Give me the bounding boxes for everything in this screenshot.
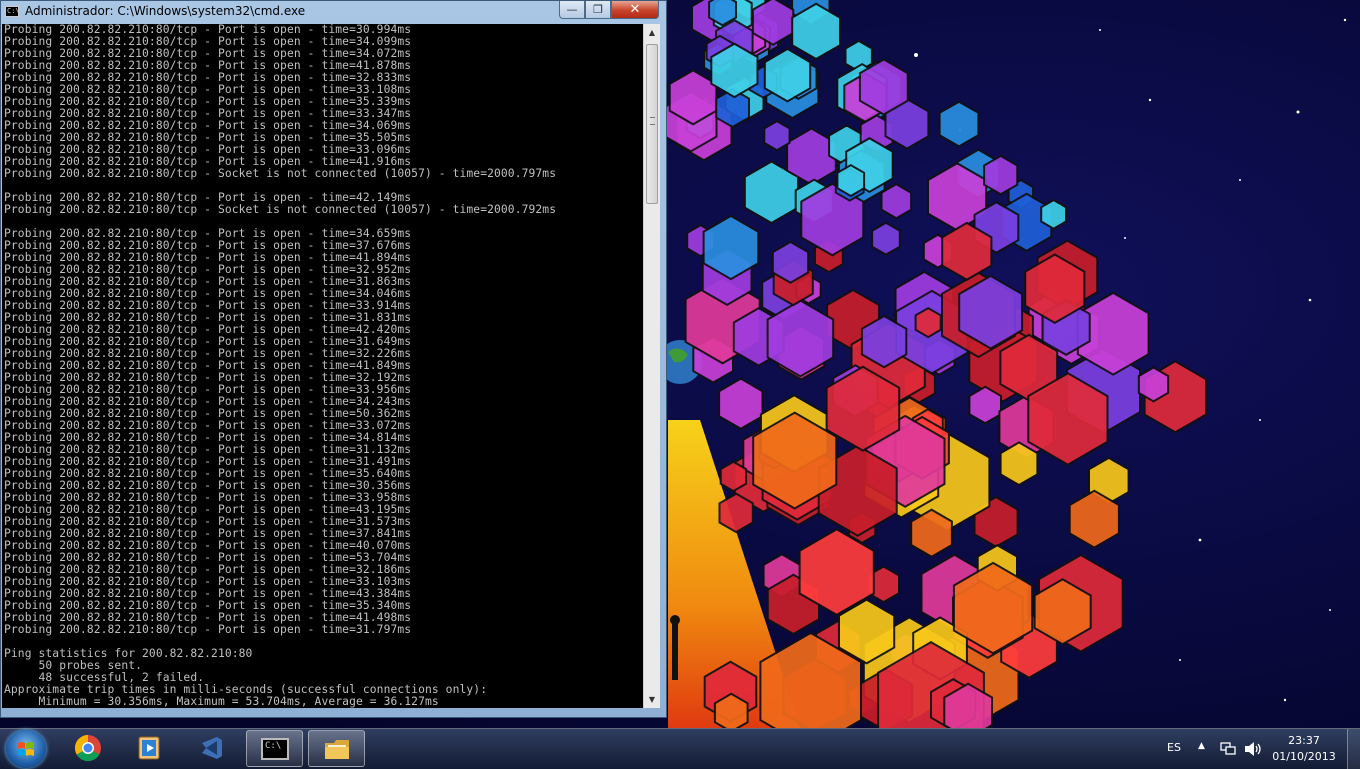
clock-time: 23:37 xyxy=(1288,734,1320,747)
command-prompt-icon: C:\ xyxy=(261,738,289,760)
scroll-thumb[interactable] xyxy=(646,44,658,204)
cmd-app-icon[interactable]: C:\ xyxy=(5,6,19,17)
taskbar-media-player-button[interactable] xyxy=(121,730,178,767)
thumb-grip xyxy=(650,117,655,125)
console-line: Probing 200.82.82.210:80/tcp - Socket is… xyxy=(4,203,557,216)
window-title: Administrador: C:\Windows\system32\cmd.e… xyxy=(25,4,306,18)
windows-logo-icon xyxy=(18,742,34,756)
console-line: Probing 200.82.82.210:80/tcp - Port is o… xyxy=(4,623,412,636)
title-bar[interactable]: C:\ Administrador: C:\Windows\system32\c… xyxy=(1,1,666,23)
network-icon[interactable] xyxy=(1220,742,1236,756)
console-line: Probing 200.82.82.210:80/tcp - Socket is… xyxy=(4,167,557,180)
close-button[interactable]: ✕ xyxy=(611,1,659,19)
console-output[interactable]: Probing 200.82.82.210:80/tcp - Port is o… xyxy=(2,24,643,708)
taskbar: C:\ ES ▲ 23:37 01/10/2013 xyxy=(0,728,1360,769)
maximize-button[interactable]: ❐ xyxy=(585,1,611,19)
console-text: Probing 200.82.82.210:80/tcp - Port is o… xyxy=(2,24,643,708)
media-player-icon xyxy=(138,736,160,760)
language-indicator[interactable]: ES xyxy=(1160,741,1188,754)
taskbar-windows-explorer-button[interactable] xyxy=(308,730,365,767)
start-button[interactable] xyxy=(6,730,46,768)
taskbar-visual-studio-button[interactable] xyxy=(184,730,241,767)
volume-icon[interactable] xyxy=(1244,741,1262,757)
console-line: Minimum = 30.356ms, Maximum = 53.704ms, … xyxy=(4,695,439,708)
scroll-up-arrow-icon[interactable]: ▲ xyxy=(644,24,660,41)
minimize-button[interactable]: — xyxy=(559,1,585,19)
show-desktop-button[interactable] xyxy=(1347,729,1360,769)
show-hidden-icons-arrow-icon[interactable]: ▲ xyxy=(1198,741,1205,751)
vertical-scrollbar[interactable]: ▲ ▼ xyxy=(643,24,660,708)
scroll-down-arrow-icon[interactable]: ▼ xyxy=(644,691,660,708)
clock[interactable]: 23:37 01/10/2013 xyxy=(1266,733,1342,765)
folder-icon xyxy=(325,740,349,759)
chrome-icon xyxy=(74,734,101,762)
system-tray: ES ▲ 23:37 01/10/2013 xyxy=(1160,729,1360,769)
visual-studio-icon xyxy=(202,737,222,759)
clock-date: 01/10/2013 xyxy=(1272,750,1336,763)
taskbar-chrome-button[interactable] xyxy=(60,730,117,767)
taskbar-command-prompt-button[interactable]: C:\ xyxy=(246,730,303,767)
cmd-window[interactable]: C:\ Administrador: C:\Windows\system32\c… xyxy=(0,0,667,718)
